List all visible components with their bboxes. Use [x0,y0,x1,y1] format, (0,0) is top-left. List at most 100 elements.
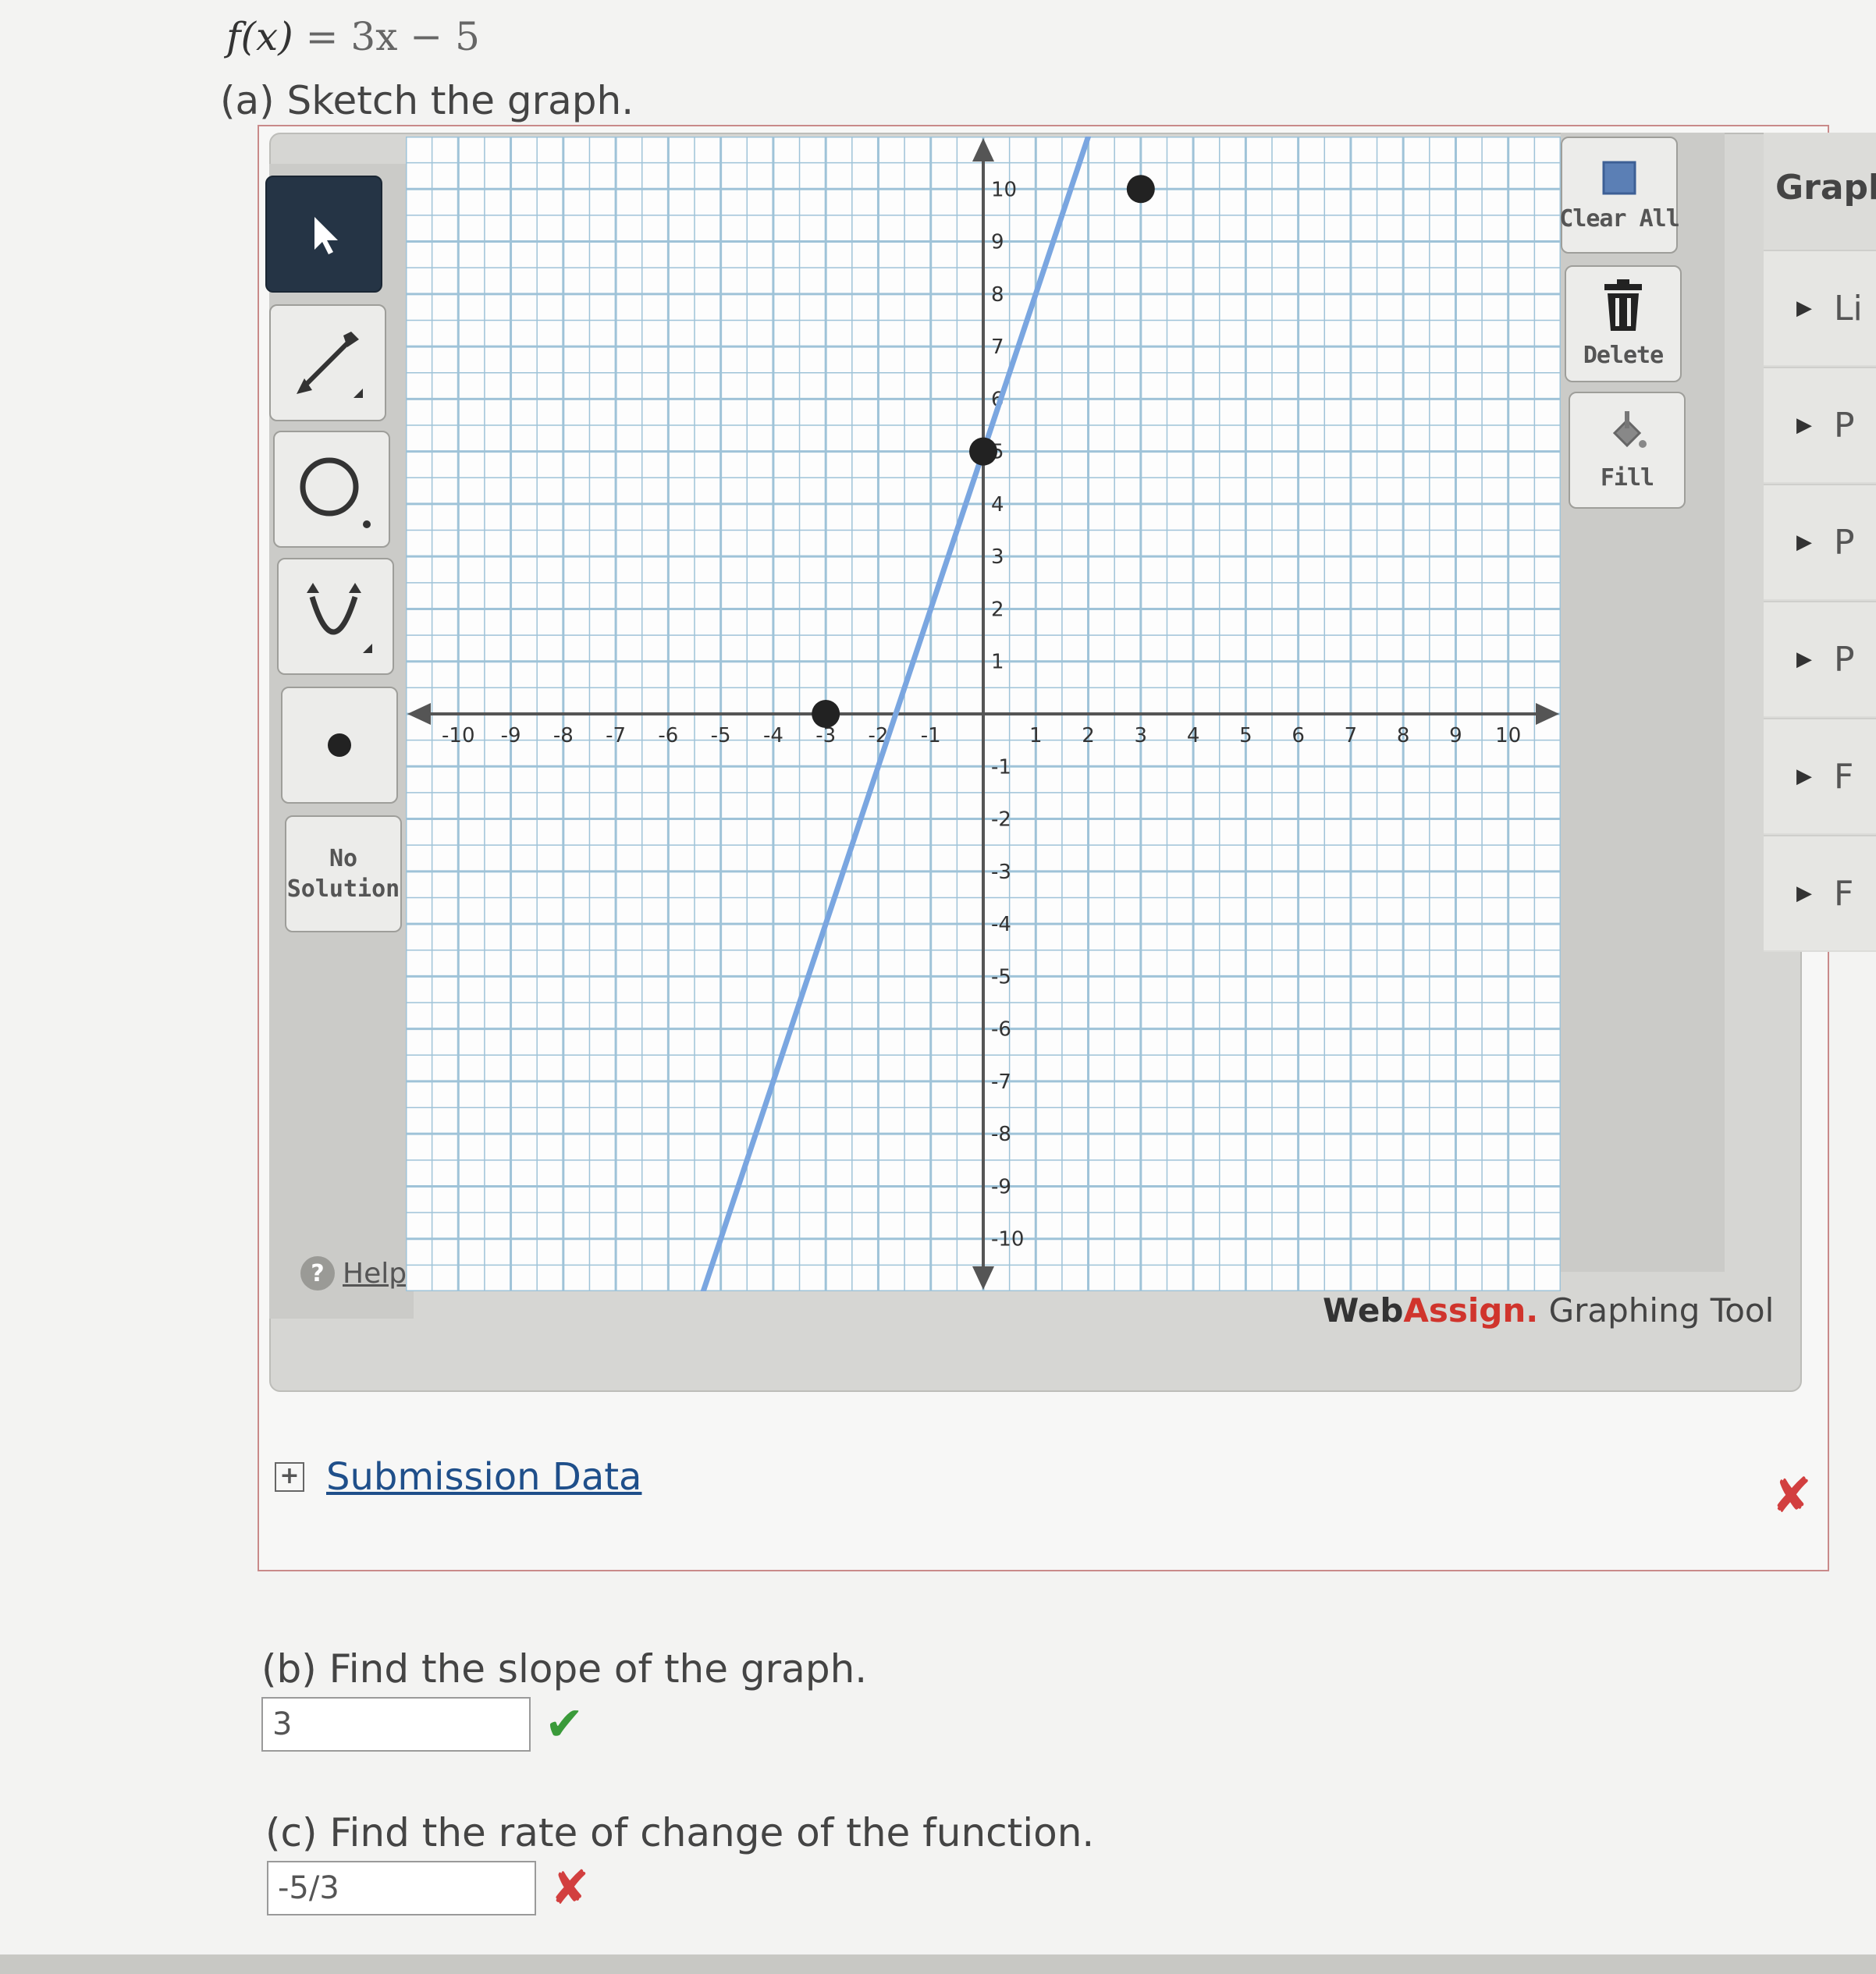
help-link[interactable]: ? Help [300,1256,407,1291]
expand-plus-icon: + [275,1462,304,1492]
graph-menu: Graph ▶Li ▶P ▶P ▶P ▶F ▶F [1764,133,1876,952]
y-tick-label: -9 [991,1175,1011,1198]
part-b-label: (b) Find the slope of the graph. [261,1646,868,1692]
part-a-incorrect-icon: ✘ [1771,1467,1812,1524]
y-tick-label: -4 [991,913,1011,936]
line-arrow-icon [297,332,363,398]
y-tick-label: 2 [991,598,1004,621]
y-tick-label: -1 [991,755,1011,779]
y-tick-label: 1 [991,651,1004,674]
fill-button[interactable]: Fill [1569,392,1686,509]
x-tick-label: 3 [1135,724,1148,747]
clear-all-label: Clear All [1559,204,1680,233]
graph-canvas[interactable]: -10-10-9-9-8-8-7-7-6-6-5-5-4-4-3-3-2-2-1… [404,133,1562,1294]
graph-menu-item-label: P [1834,639,1855,680]
graph-menu-item[interactable]: ▶ Li [1764,250,1876,365]
expand-arrow-icon: ▶ [1796,296,1812,320]
submission-data-toggle[interactable]: + Submission Data [275,1455,641,1499]
function-label: f(x) = 3x − 5 [226,14,480,59]
plot-point [1126,175,1155,204]
expand-arrow-icon: ▶ [1796,531,1812,554]
clear-all-button[interactable]: Clear All [1559,137,1680,254]
taskbar-edge [0,1954,1876,1974]
y-tick-label: -10 [991,1228,1024,1252]
graph-menu-item[interactable]: ▶ P [1764,484,1876,599]
delete-label: Delete [1583,341,1664,369]
submission-data-label: Submission Data [326,1455,642,1499]
x-tick-label: -9 [501,724,521,747]
x-tick-label: -7 [606,724,626,747]
y-tick-label: 9 [991,231,1004,254]
parabola-icon [307,583,372,653]
graph-menu-item-label: P [1834,522,1855,563]
help-label: Help [343,1257,407,1290]
y-tick-label: 8 [991,283,1004,307]
x-tick-label: -6 [658,724,678,747]
part-b-correct-icon: ✔ [545,1697,584,1752]
x-tick-label: 5 [1239,724,1252,747]
graph-menu-item[interactable]: ▶ P [1764,601,1876,716]
y-tick-label: -6 [991,1018,1011,1042]
point-icon [328,733,351,757]
line-tool-button[interactable] [269,304,386,421]
pointer-tool-button[interactable] [265,176,382,293]
circle-tool-button[interactable] [273,431,390,548]
fill-label: Fill [1600,463,1654,492]
point-tool-button[interactable] [281,687,398,804]
x-tick-label: 1 [1029,724,1043,747]
y-tick-label: 7 [991,336,1004,359]
graph-menu-item[interactable]: ▶ P [1764,367,1876,482]
x-tick-label: 4 [1187,724,1200,747]
parabola-tool-button[interactable] [277,558,394,675]
y-tick-label: -2 [991,808,1011,832]
graph-menu-title: Graph [1775,168,1876,208]
part-c-incorrect-icon: ✘ [550,1861,590,1915]
part-c-label: (c) Find the rate of change of the funct… [265,1810,1095,1855]
trash-icon [1604,279,1642,331]
x-tick-label: 6 [1292,724,1305,747]
x-tick-label: -4 [763,724,783,747]
brand-web: Web [1323,1291,1404,1330]
webassign-brand: WebAssign. Graphing Tool [1323,1291,1774,1330]
y-tick-label: 10 [991,178,1017,201]
expand-arrow-icon: ▶ [1796,765,1812,788]
circle-icon [300,457,371,528]
expand-arrow-icon: ▶ [1796,648,1812,671]
rate-of-change-answer-field[interactable]: -5/3 [267,1861,536,1915]
clear-all-icon [1602,161,1636,194]
x-tick-label: 8 [1397,724,1410,747]
x-tick-label: -8 [553,724,574,747]
pointer-icon [314,217,338,254]
help-icon: ? [300,1256,335,1291]
graph-menu-item-label: P [1834,405,1855,446]
x-tick-label: 9 [1449,724,1462,747]
graph-menu-item[interactable]: ▶ F [1764,718,1876,833]
delete-button[interactable]: Delete [1565,265,1682,382]
function-rhs: 3x − 5 [350,14,480,59]
plot-point [969,437,997,466]
graph-menu-item-label: F [1834,756,1854,797]
function-lhs: f(x) [226,14,293,59]
function-equals: = [293,14,351,59]
y-tick-label: 4 [991,493,1004,517]
coordinate-grid[interactable]: -10 -10 -9 -9 -8 -8 -7 -7 -6 -6 -5 -5 -4 -4 -3 -3 -2 -2 -1… [404,133,1562,1294]
brand-assign: Assign. [1403,1291,1539,1330]
plot-point [812,700,840,728]
x-tick-label: -1 [921,724,941,747]
y-tick-label: -3 [991,861,1011,884]
part-a-label: (a) Sketch the graph. [220,78,634,123]
y-tick-label: -7 [991,1070,1011,1094]
expand-arrow-icon: ▶ [1796,414,1812,437]
graph-menu-item-label: Li [1834,288,1863,328]
y-tick-label: -5 [991,965,1011,989]
no-solution-label: No Solution [286,845,400,903]
fill-bucket-icon [1612,410,1647,448]
brand-tool: Graphing Tool [1538,1291,1775,1330]
graph-menu-item[interactable]: ▶ F [1764,835,1876,950]
x-tick-label: -10 [442,724,474,747]
x-tick-label: -5 [711,724,731,747]
slope-answer-field[interactable]: 3 [261,1697,531,1752]
no-solution-button[interactable]: No Solution [285,815,402,932]
y-tick-label: 3 [991,545,1004,569]
y-tick-label: -8 [991,1123,1011,1146]
